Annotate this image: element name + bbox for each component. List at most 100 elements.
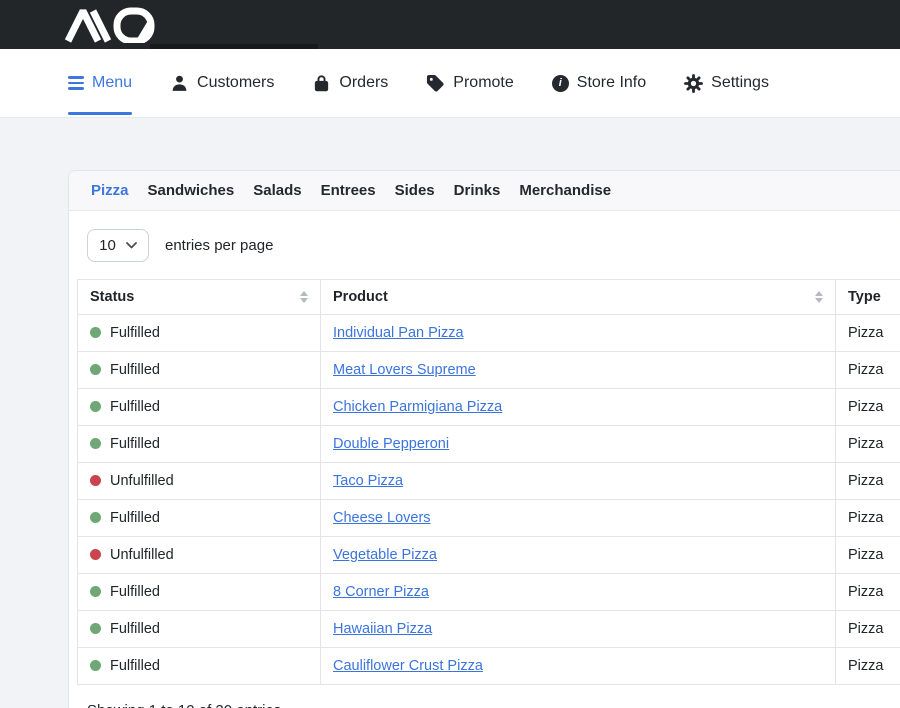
hamburger-icon <box>68 76 84 90</box>
product-cell: Cauliflower Crust Pizza <box>321 648 836 685</box>
status-label: Fulfilled <box>110 436 160 452</box>
table-row: Fulfilled Meat Lovers Supreme Pizza <box>78 352 900 389</box>
nav-item-store-info[interactable]: i Store Info <box>552 49 646 117</box>
status-cell: Fulfilled <box>78 426 321 463</box>
tab-pizza[interactable]: Pizza <box>91 182 129 199</box>
type-cell: Pizza <box>836 389 900 426</box>
product-link[interactable]: Individual Pan Pizza <box>333 325 464 341</box>
status-cell: Fulfilled <box>78 389 321 426</box>
status-label: Fulfilled <box>110 362 160 378</box>
nav-item-settings[interactable]: Settings <box>684 49 769 117</box>
status-cell: Fulfilled <box>78 648 321 685</box>
tab-sides[interactable]: Sides <box>395 182 435 199</box>
column-header-product[interactable]: Product <box>321 280 836 315</box>
tab-salads[interactable]: Salads <box>253 182 301 199</box>
sort-icon[interactable] <box>300 291 308 303</box>
table-row: Fulfilled Cauliflower Crust Pizza Pizza <box>78 648 900 685</box>
main-navbar: Menu Customers Orders Promote i Store In… <box>0 49 900 118</box>
nav-item-orders[interactable]: Orders <box>312 49 388 117</box>
nav-item-customers[interactable]: Customers <box>170 49 274 117</box>
tag-icon <box>426 74 445 93</box>
status-dot-icon <box>90 512 101 523</box>
product-cell: Hawaiian Pizza <box>321 611 836 648</box>
status-label: Fulfilled <box>110 399 160 415</box>
status-label: Fulfilled <box>110 584 160 600</box>
status-cell: Fulfilled <box>78 574 321 611</box>
tab-entrees[interactable]: Entrees <box>321 182 376 199</box>
product-cell: Cheese Lovers <box>321 500 836 537</box>
menu-card: Pizza Sandwiches Salads Entrees Sides Dr… <box>68 170 900 708</box>
status-cell: Fulfilled <box>78 611 321 648</box>
table-row: Fulfilled Individual Pan Pizza Pizza <box>78 315 900 352</box>
entries-per-page-row: 10 entries per page <box>87 229 900 262</box>
status-cell: Fulfilled <box>78 500 321 537</box>
status-dot-icon <box>90 327 101 338</box>
info-icon: i <box>552 75 569 92</box>
table-row: Fulfilled Double Pepperoni Pizza <box>78 426 900 463</box>
topbar <box>0 0 900 49</box>
chevron-down-icon <box>126 242 137 249</box>
status-dot-icon <box>90 364 101 375</box>
table-row: Unfulfilled Taco Pizza Pizza <box>78 463 900 500</box>
type-cell: Pizza <box>836 352 900 389</box>
type-cell: Pizza <box>836 426 900 463</box>
status-cell: Unfulfilled <box>78 537 321 574</box>
status-label: Fulfilled <box>110 658 160 674</box>
product-link[interactable]: Cheese Lovers <box>333 510 431 526</box>
product-link[interactable]: Meat Lovers Supreme <box>333 362 476 378</box>
nav-item-label: Orders <box>339 74 388 92</box>
status-cell: Fulfilled <box>78 315 321 352</box>
type-cell: Pizza <box>836 648 900 685</box>
product-cell: Vegetable Pizza <box>321 537 836 574</box>
products-table: Status Product Type <box>77 279 900 685</box>
status-dot-icon <box>90 660 101 671</box>
table-row: Unfulfilled Vegetable Pizza Pizza <box>78 537 900 574</box>
table-row: Fulfilled Hawaiian Pizza Pizza <box>78 611 900 648</box>
person-icon <box>170 74 189 93</box>
product-link[interactable]: Vegetable Pizza <box>333 547 437 563</box>
status-dot-icon <box>90 623 101 634</box>
nav-item-menu[interactable]: Menu <box>68 49 132 117</box>
category-tabs: Pizza Sandwiches Salads Entrees Sides Dr… <box>69 171 900 211</box>
tab-drinks[interactable]: Drinks <box>454 182 501 199</box>
type-cell: Pizza <box>836 574 900 611</box>
product-link[interactable]: Taco Pizza <box>333 473 403 489</box>
status-label: Fulfilled <box>110 325 160 341</box>
sort-icon[interactable] <box>815 291 823 303</box>
status-label: Fulfilled <box>110 621 160 637</box>
type-cell: Pizza <box>836 463 900 500</box>
product-link[interactable]: Hawaiian Pizza <box>333 621 432 637</box>
entries-per-page-label: entries per page <box>165 237 273 254</box>
tab-merchandise[interactable]: Merchandise <box>519 182 611 199</box>
product-link[interactable]: Double Pepperoni <box>333 436 449 452</box>
table-row: Fulfilled Cheese Lovers Pizza <box>78 500 900 537</box>
product-link[interactable]: 8 Corner Pizza <box>333 584 429 600</box>
nav-item-label: Customers <box>197 74 274 92</box>
column-label: Status <box>90 289 134 305</box>
table-row: Fulfilled 8 Corner Pizza Pizza <box>78 574 900 611</box>
type-cell: Pizza <box>836 611 900 648</box>
card-body: 10 entries per page Status <box>69 211 900 708</box>
product-cell: Meat Lovers Supreme <box>321 352 836 389</box>
column-header-type[interactable]: Type <box>836 280 900 315</box>
column-label: Type <box>848 289 881 305</box>
status-cell: Unfulfilled <box>78 463 321 500</box>
tab-sandwiches[interactable]: Sandwiches <box>148 182 235 199</box>
product-cell: Double Pepperoni <box>321 426 836 463</box>
status-label: Unfulfilled <box>110 547 174 563</box>
nav-item-label: Menu <box>92 74 132 92</box>
status-dot-icon <box>90 586 101 597</box>
product-link[interactable]: Cauliflower Crust Pizza <box>333 658 483 674</box>
product-cell: Taco Pizza <box>321 463 836 500</box>
nav-item-label: Settings <box>711 74 769 92</box>
nav-item-promote[interactable]: Promote <box>426 49 513 117</box>
table-header-row: Status Product Type <box>78 280 900 315</box>
status-label: Fulfilled <box>110 510 160 526</box>
page-size-select[interactable]: 10 <box>87 229 149 262</box>
column-header-status[interactable]: Status <box>78 280 321 315</box>
status-cell: Fulfilled <box>78 352 321 389</box>
product-link[interactable]: Chicken Parmigiana Pizza <box>333 399 502 415</box>
status-dot-icon <box>90 438 101 449</box>
nav-item-label: Promote <box>453 74 513 92</box>
page-content: Pizza Sandwiches Salads Entrees Sides Dr… <box>0 118 900 708</box>
